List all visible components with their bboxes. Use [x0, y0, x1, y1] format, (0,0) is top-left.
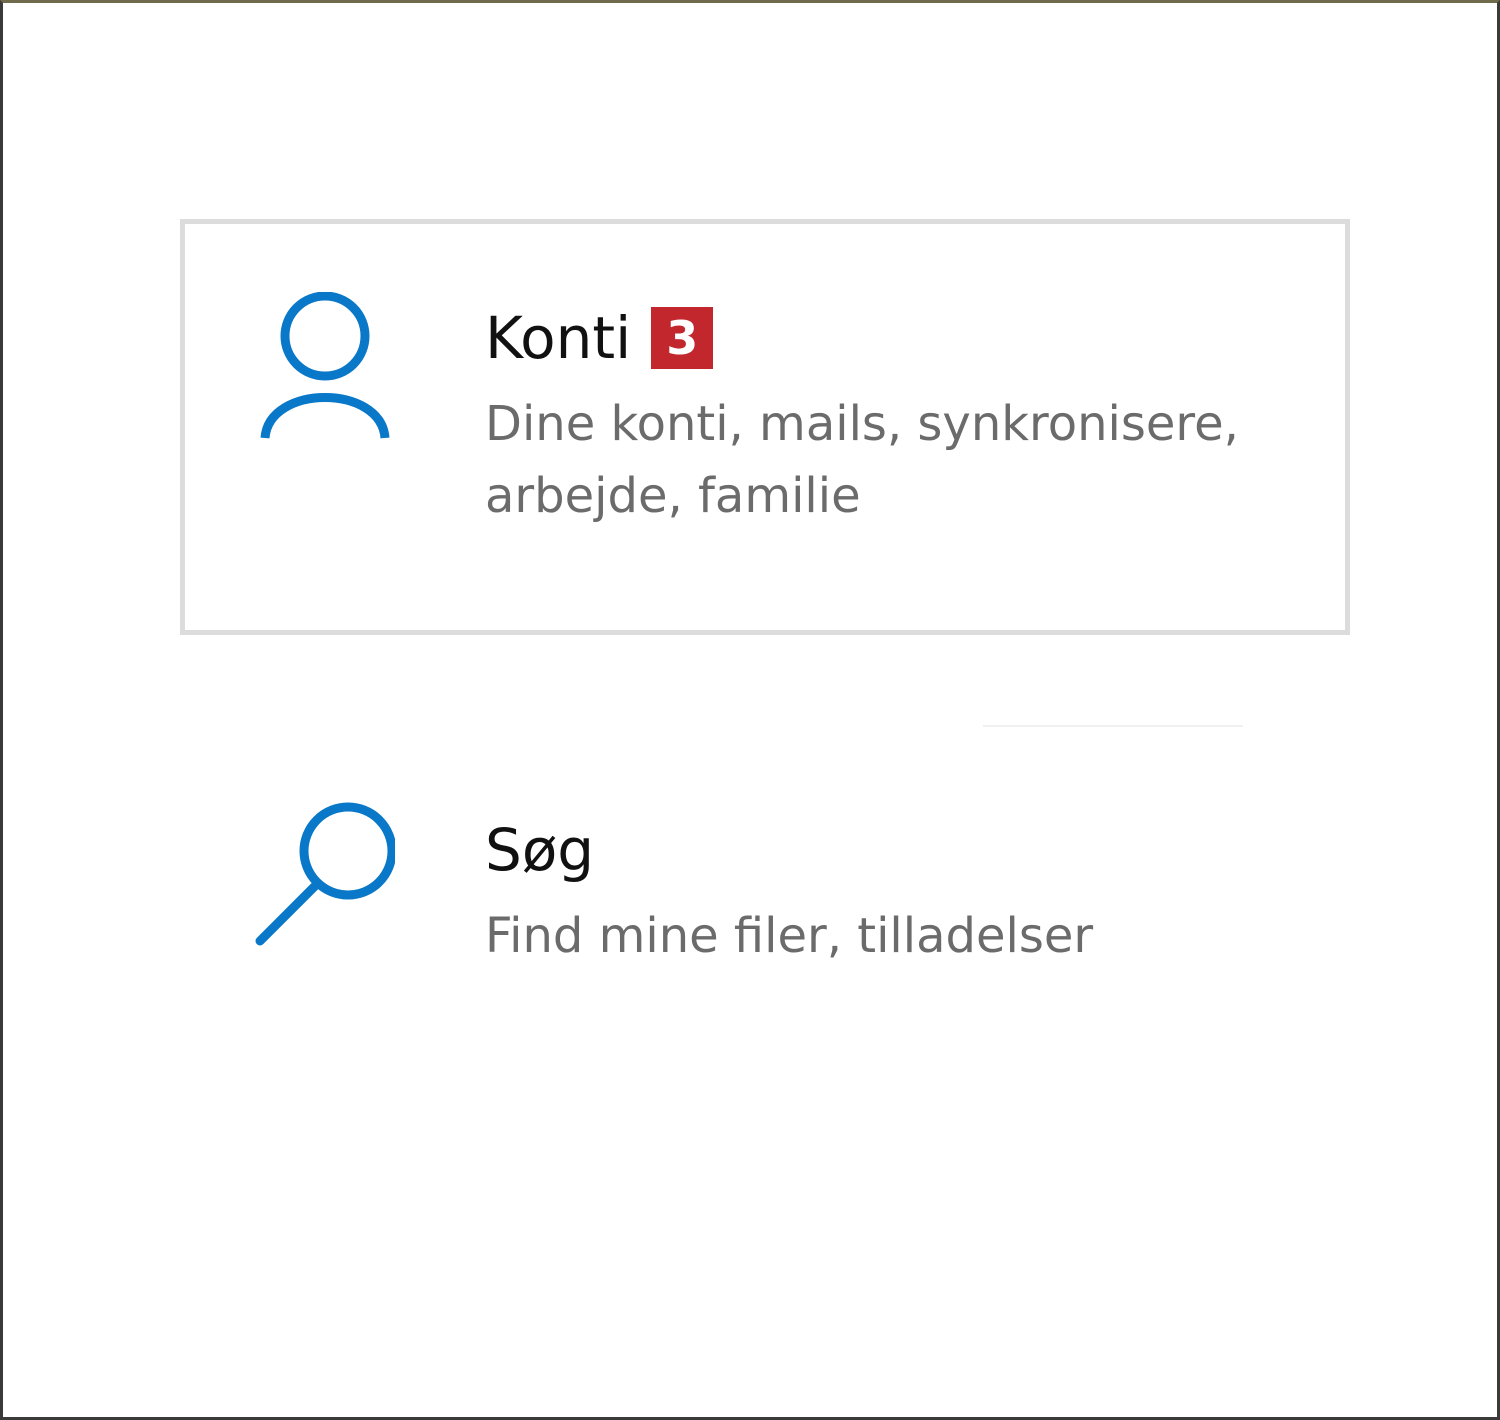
tile-description-line: Dine konti, mails, synkronisere, [485, 396, 1239, 452]
tile-text-accounts: Konti 3 Dine konti, mails, synkronisere,… [485, 300, 1305, 532]
tile-text-search: Søg Find mine filer, tilladelser [485, 812, 1305, 972]
tile-description-line: Find mine filer, tilladelser [485, 908, 1094, 964]
tile-title-label: Konti [485, 304, 632, 372]
person-icon [255, 292, 395, 452]
settings-tile-search[interactable]: Søg Find mine filer, tilladelser [180, 733, 1350, 1033]
settings-window: Konti 3 Dine konti, mails, synkronisere,… [0, 0, 1500, 1420]
tile-description-search: Find mine filer, tilladelser [485, 900, 1305, 972]
tile-description-accounts: Dine konti, mails, synkronisere, arbejde… [485, 388, 1305, 532]
search-icon [255, 798, 395, 958]
tile-title-accounts: Konti 3 [485, 300, 1305, 376]
tile-description-line: arbejde, familie [485, 468, 861, 524]
notification-badge: 3 [651, 307, 714, 369]
settings-tile-accounts[interactable]: Konti 3 Dine konti, mails, synkronisere,… [180, 219, 1350, 635]
divider [983, 725, 1243, 727]
tile-title-label: Søg [485, 816, 595, 884]
tile-title-search: Søg [485, 812, 1305, 888]
